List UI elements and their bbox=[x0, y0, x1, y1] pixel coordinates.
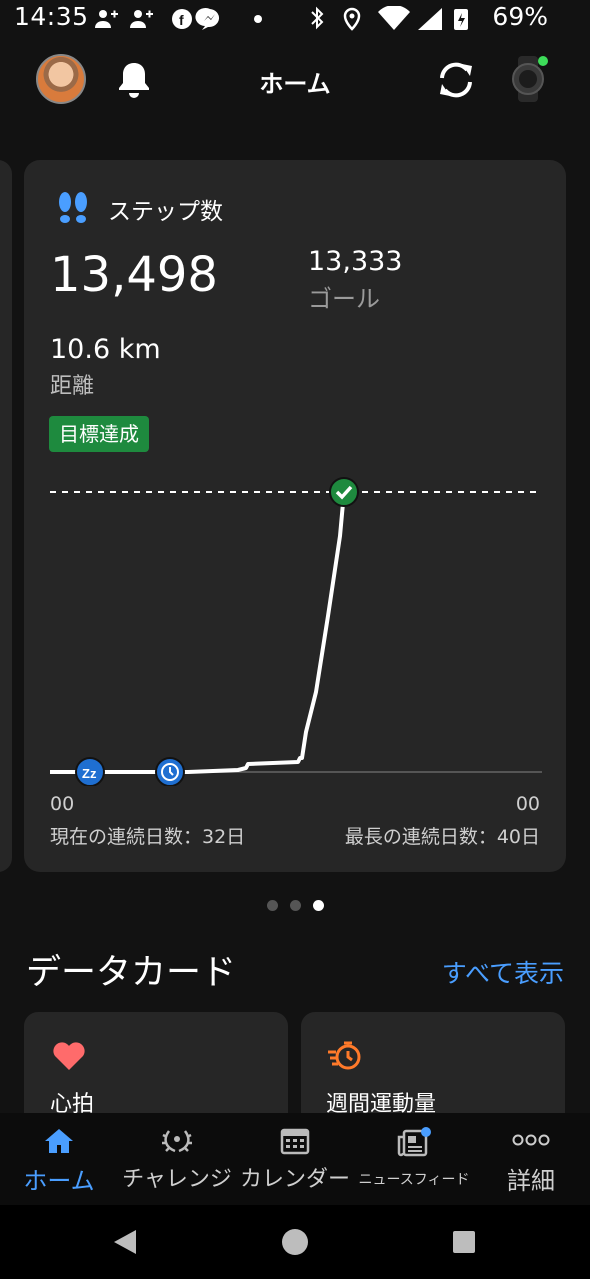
goal-achieved-badge: 目標達成 bbox=[49, 416, 149, 452]
newsfeed-icon bbox=[397, 1127, 431, 1157]
steps-curve bbox=[50, 491, 346, 774]
goal-value: 13,333 bbox=[308, 246, 403, 277]
previous-card-peek[interactable] bbox=[0, 160, 12, 872]
clock-marker bbox=[155, 757, 185, 786]
axis-start-label: 00 bbox=[50, 793, 75, 815]
nav-challenges-label: チャレンジ bbox=[122, 1167, 232, 1192]
page-title: ホーム bbox=[259, 70, 331, 98]
home-icon bbox=[45, 1129, 73, 1153]
data-cards-title: データカード bbox=[26, 953, 237, 993]
nav-home[interactable]: ホーム bbox=[10, 1113, 108, 1205]
carousel-indicator bbox=[0, 896, 590, 911]
svg-text:Zz: Zz bbox=[82, 766, 97, 781]
steps-chart: Zz bbox=[50, 477, 542, 786]
status-bar: 14:35 f 69% bbox=[0, 0, 590, 38]
more-icon bbox=[512, 1134, 550, 1146]
carousel-dot[interactable] bbox=[266, 900, 278, 911]
heart-icon bbox=[53, 1042, 85, 1070]
nav-newsfeed-label: ニュースフィード bbox=[358, 1172, 470, 1188]
nav-newsfeed[interactable]: ニュースフィード bbox=[354, 1113, 474, 1205]
notification-dot bbox=[421, 1127, 431, 1137]
nav-home-label: ホーム bbox=[23, 1167, 95, 1195]
home-circle-icon[interactable] bbox=[281, 1228, 309, 1256]
battery-percent: 69% bbox=[492, 2, 548, 31]
carousel-dot-active[interactable] bbox=[312, 900, 324, 911]
scrolled-header-remnant bbox=[30, 118, 210, 126]
axis-end-label: 00 bbox=[515, 793, 540, 815]
distance-value: 10.6 km bbox=[50, 334, 161, 365]
back-icon[interactable] bbox=[112, 1228, 138, 1256]
laurel-icon bbox=[162, 1130, 192, 1153]
recents-icon[interactable] bbox=[452, 1230, 476, 1254]
nav-calendar-label: カレンダー bbox=[239, 1167, 350, 1192]
nav-more-label: 詳細 bbox=[507, 1167, 555, 1195]
notification-icons: f bbox=[95, 8, 262, 30]
intensity-icon bbox=[328, 1041, 361, 1070]
status-time: 14:35 bbox=[14, 2, 89, 31]
goal-label: ゴール bbox=[308, 285, 380, 313]
sleep-marker: Zz bbox=[75, 757, 105, 786]
calendar-icon bbox=[280, 1128, 310, 1155]
carousel-dot[interactable] bbox=[289, 900, 301, 911]
footsteps-icon bbox=[59, 192, 87, 223]
nav-more[interactable]: 詳細 bbox=[484, 1113, 578, 1205]
watch-icon[interactable] bbox=[510, 56, 548, 102]
distance-label: 距離 bbox=[50, 374, 95, 399]
nav-challenges[interactable]: チャレンジ bbox=[116, 1113, 238, 1205]
steps-label: ステップ数 bbox=[108, 199, 223, 225]
nav-calendar[interactable]: カレンダー bbox=[236, 1113, 354, 1205]
longest-streak: 最長の連続日数：40日 bbox=[344, 826, 540, 848]
system-status-icons bbox=[311, 6, 468, 31]
see-all-link[interactable]: すべて表示 bbox=[442, 954, 564, 990]
steps-value: 13,498 bbox=[50, 247, 218, 303]
goal-check-marker bbox=[329, 477, 359, 507]
watch-status-dot bbox=[538, 56, 548, 66]
sync-icon[interactable] bbox=[434, 58, 478, 102]
current-streak: 現在の連続日数：32日 bbox=[50, 826, 246, 848]
svg-text:f: f bbox=[179, 12, 184, 28]
